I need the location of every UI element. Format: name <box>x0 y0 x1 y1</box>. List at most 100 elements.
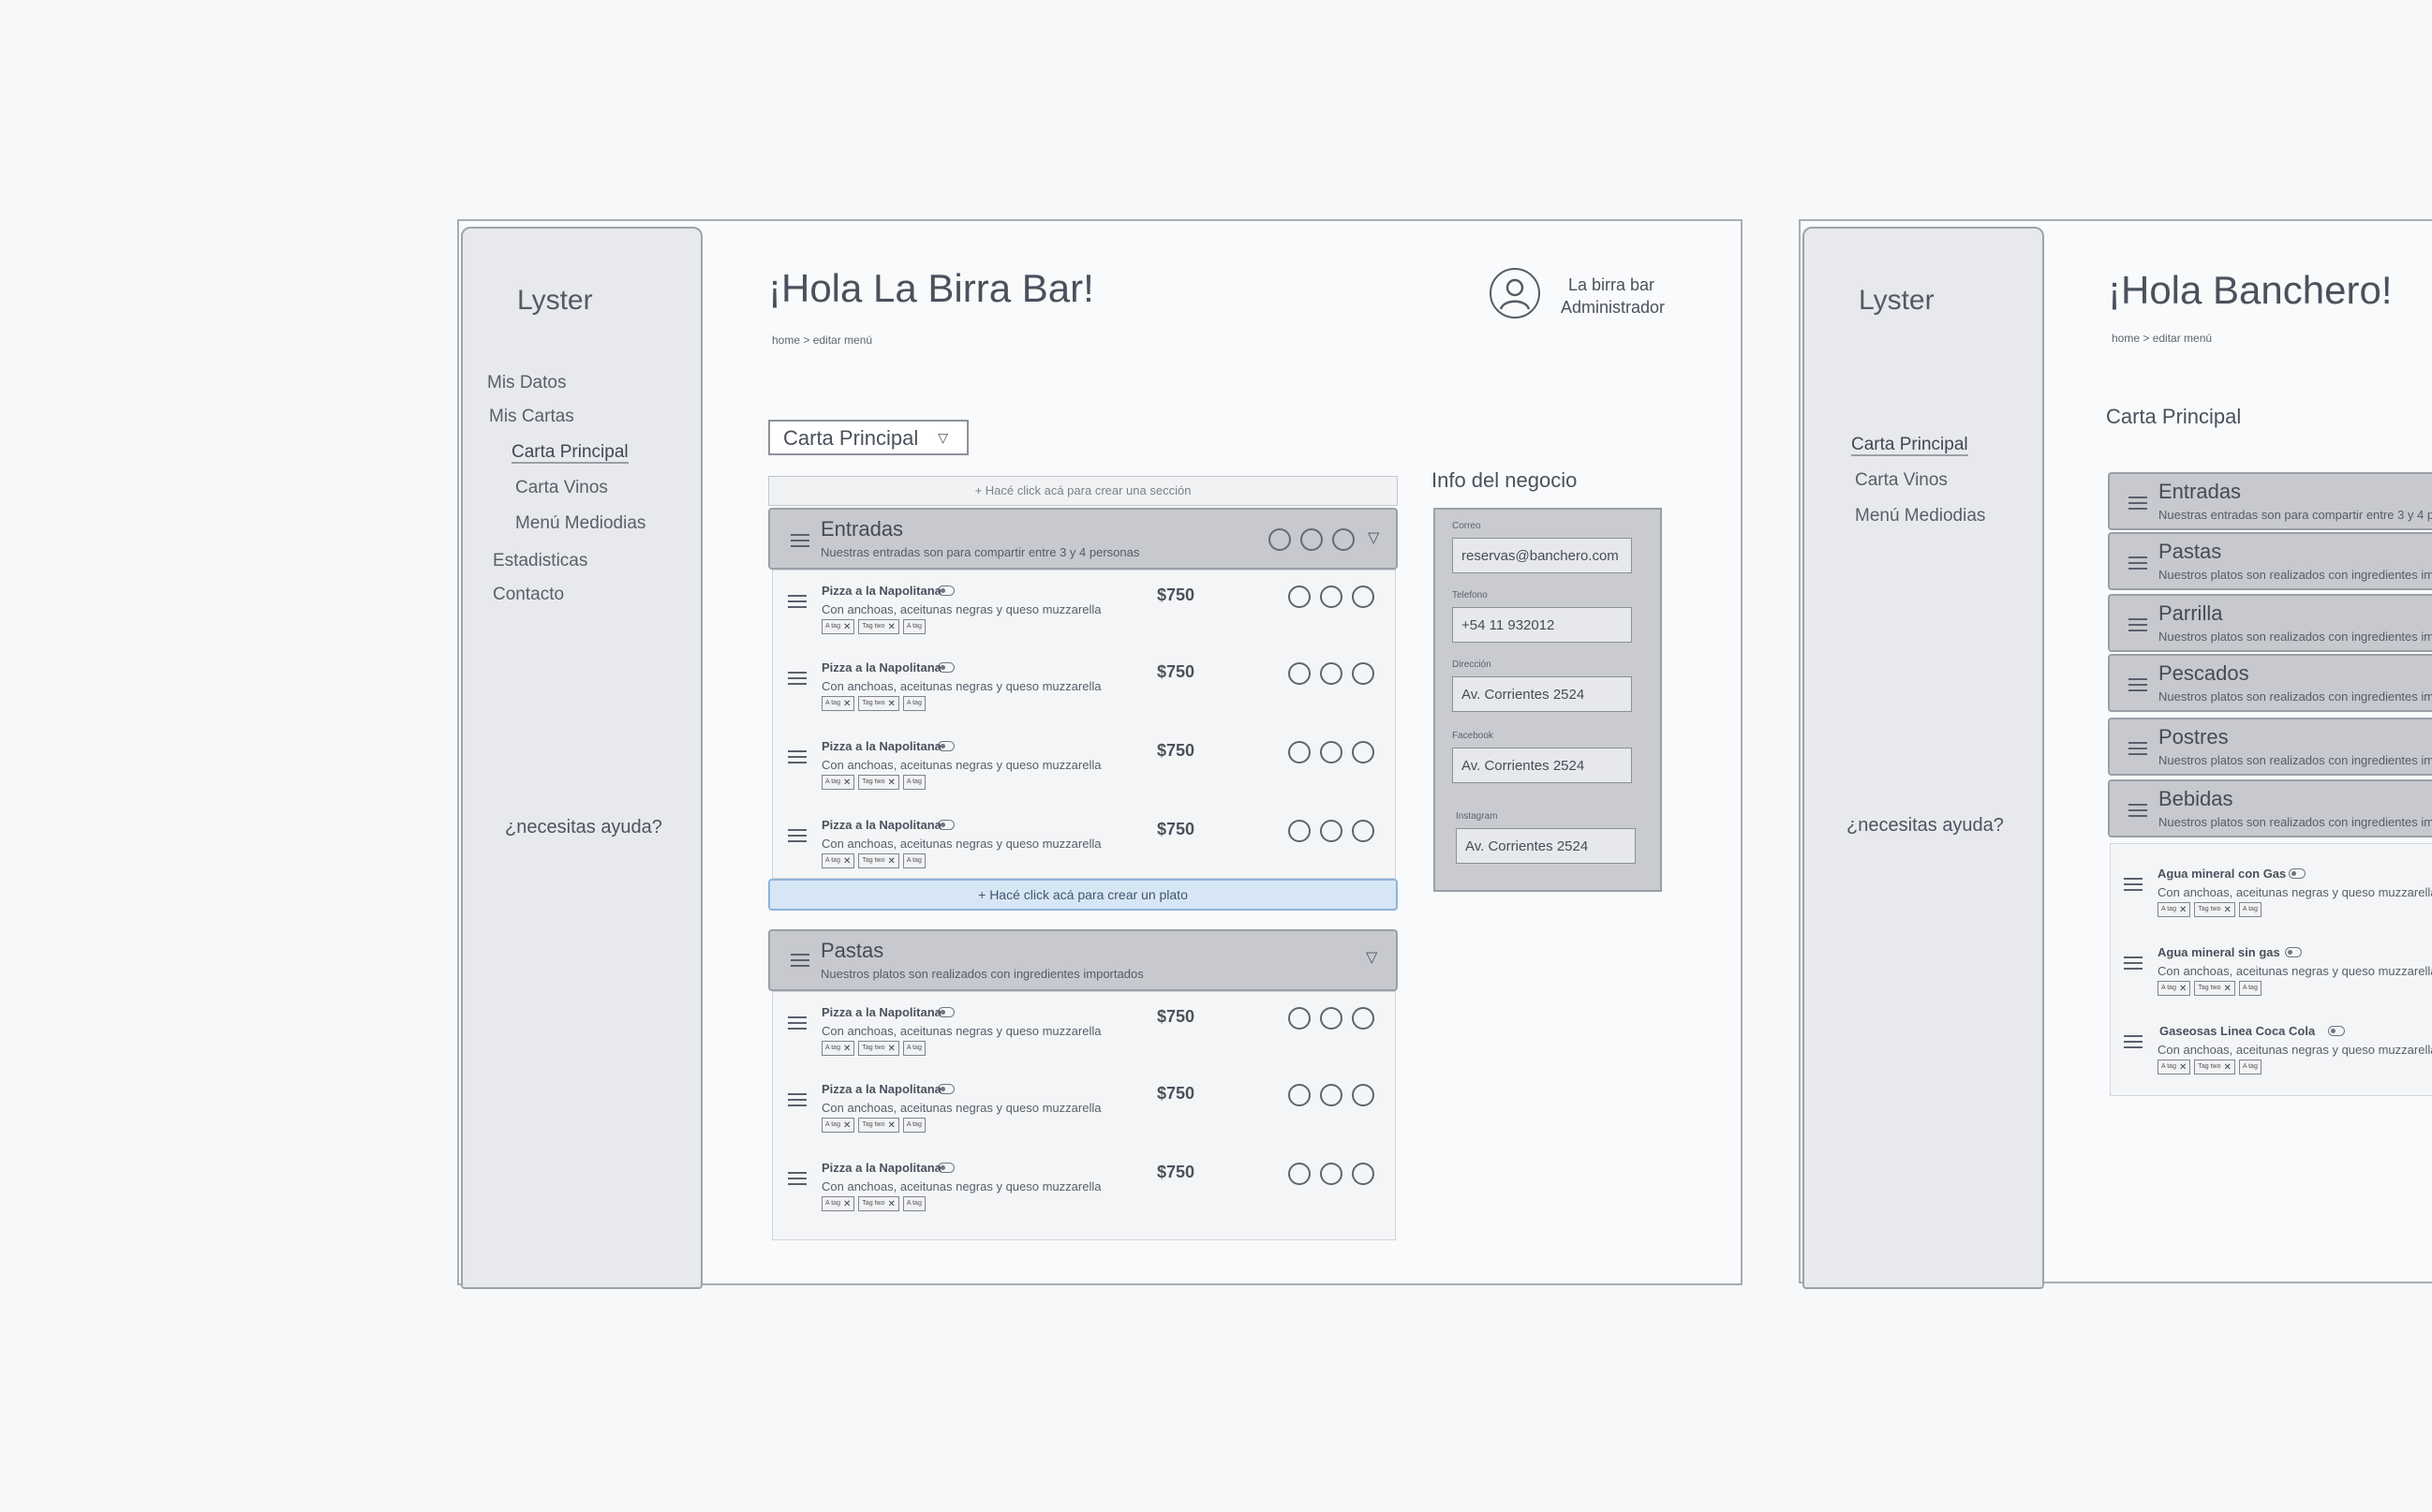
tag-chip[interactable]: A tag <box>902 1041 926 1056</box>
drag-handle-icon[interactable] <box>2124 1035 2143 1048</box>
add-plate-button[interactable]: + Hacé click acá para crear un plato <box>768 879 1398 911</box>
close-icon[interactable]: ✕ <box>2223 985 2231 995</box>
section-header-parrilla[interactable]: Parrilla Nuestros platos son realizados … <box>2108 594 2432 652</box>
sidebar-item-contacto[interactable]: Contacto <box>493 585 564 605</box>
close-icon[interactable]: ✕ <box>887 778 895 789</box>
close-icon[interactable]: ✕ <box>887 857 895 867</box>
drag-handle-icon[interactable] <box>788 750 807 763</box>
tag-chip[interactable]: A tag ✕ <box>822 853 855 868</box>
sidebar-item-mis-cartas[interactable]: Mis Cartas <box>489 407 574 427</box>
menu-select[interactable]: Carta Principal ▽ <box>768 420 969 455</box>
action-circle-icon[interactable] <box>1320 1084 1342 1106</box>
action-circle-icon[interactable] <box>1352 662 1374 685</box>
action-circle-icon[interactable] <box>1320 662 1342 685</box>
help-link[interactable]: ¿necesitas ayuda? <box>1827 813 2024 838</box>
help-link[interactable]: ¿necesitas ayuda? <box>485 815 682 839</box>
section-header-entradas[interactable]: Entradas Nuestras entradas son para comp… <box>2108 472 2432 530</box>
instagram-field[interactable]: Av. Corrientes 2524 <box>1456 828 1636 864</box>
list-item[interactable]: Pizza a la Napolitana Con anchoas, aceit… <box>773 739 1397 814</box>
close-icon[interactable]: ✕ <box>843 1045 851 1055</box>
action-circle-icon[interactable] <box>1288 1007 1311 1030</box>
tag-chip[interactable]: A tag <box>902 619 926 634</box>
chevron-down-icon[interactable]: ▽ <box>1368 528 1379 547</box>
close-icon[interactable]: ✕ <box>843 778 851 789</box>
action-circle-icon[interactable] <box>1300 528 1323 551</box>
tag-chip[interactable]: A tag <box>902 1196 926 1211</box>
sidebar-item-carta-vinos[interactable]: Carta Vinos <box>515 478 608 498</box>
visibility-toggle-icon[interactable] <box>938 741 955 751</box>
list-item[interactable]: Pizza a la Napolitana Con anchoas, aceit… <box>773 584 1397 659</box>
close-icon[interactable]: ✕ <box>887 623 895 633</box>
action-circle-icon[interactable] <box>1288 586 1311 608</box>
list-item[interactable]: Gaseosas Linea Coca Cola Con anchoas, ac… <box>2111 1024 2432 1099</box>
email-field[interactable]: reservas@banchero.com <box>1452 538 1632 573</box>
sidebar-item-menu-mediodias[interactable]: Menú Mediodias <box>515 513 645 534</box>
list-item[interactable]: Pizza a la Napolitana Con anchoas, aceit… <box>773 660 1397 735</box>
close-icon[interactable]: ✕ <box>843 857 851 867</box>
add-section-button[interactable]: + Hacé click acá para crear una sección <box>768 476 1398 506</box>
tag-chip[interactable]: A tag ✕ <box>822 619 855 634</box>
visibility-toggle-icon[interactable] <box>938 820 955 830</box>
drag-handle-icon[interactable] <box>2128 618 2147 631</box>
tag-chip[interactable]: A tag <box>902 1118 926 1133</box>
sidebar-item-carta-vinos[interactable]: Carta Vinos <box>1855 470 1948 491</box>
chevron-down-icon[interactable]: ▽ <box>1366 948 1377 967</box>
section-header-pescados[interactable]: Pescados Nuestros platos son realizados … <box>2108 654 2432 712</box>
drag-handle-icon[interactable] <box>2128 742 2147 755</box>
sidebar-item-mis-datos[interactable]: Mis Datos <box>487 373 566 393</box>
drag-handle-icon[interactable] <box>788 672 807 685</box>
user-avatar-icon[interactable] <box>1490 268 1540 319</box>
tag-chip[interactable]: Tag two ✕ <box>858 1041 899 1056</box>
sidebar-item-menu-mediodias[interactable]: Menú Mediodias <box>1855 506 1985 526</box>
list-item[interactable]: Pizza a la Napolitana Con anchoas, aceit… <box>773 1082 1397 1157</box>
tag-chip[interactable]: Tag two ✕ <box>858 696 899 711</box>
breadcrumb[interactable]: home > editar menú <box>2112 332 2212 345</box>
visibility-toggle-icon[interactable] <box>938 1084 955 1094</box>
phone-field[interactable]: +54 11 932012 <box>1452 607 1632 643</box>
tag-chip[interactable]: A tag <box>902 853 926 868</box>
action-circle-icon[interactable] <box>1268 528 1291 551</box>
visibility-toggle-icon[interactable] <box>938 662 955 673</box>
tag-chip[interactable]: A tag <box>902 775 926 790</box>
drag-handle-icon[interactable] <box>791 534 809 547</box>
close-icon[interactable]: ✕ <box>2223 1063 2231 1074</box>
drag-handle-icon[interactable] <box>2124 956 2143 970</box>
visibility-toggle-icon[interactable] <box>2328 1026 2345 1036</box>
drag-handle-icon[interactable] <box>2128 497 2147 510</box>
tag-chip[interactable]: A tag <box>2238 902 2261 917</box>
visibility-toggle-icon[interactable] <box>938 1007 955 1017</box>
tag-chip[interactable]: A tag ✕ <box>2158 981 2191 996</box>
close-icon[interactable]: ✕ <box>2179 985 2187 995</box>
tag-chip[interactable]: Tag two ✕ <box>858 1196 899 1211</box>
list-item[interactable]: Pizza a la Napolitana Con anchoas, aceit… <box>773 1005 1397 1080</box>
visibility-toggle-icon[interactable] <box>2289 868 2306 879</box>
breadcrumb[interactable]: home > editar menú <box>772 334 872 347</box>
tag-chip[interactable]: Tag two ✕ <box>858 619 899 634</box>
action-circle-icon[interactable] <box>1320 741 1342 763</box>
close-icon[interactable]: ✕ <box>887 700 895 710</box>
close-icon[interactable]: ✕ <box>887 1121 895 1132</box>
sidebar-item-carta-principal[interactable]: Carta Principal <box>1851 435 1968 456</box>
section-header-pastas[interactable]: Pastas Nuestros platos son realizados co… <box>768 929 1398 991</box>
tag-chip[interactable]: Tag two ✕ <box>858 775 899 790</box>
visibility-toggle-icon[interactable] <box>938 1163 955 1173</box>
action-circle-icon[interactable] <box>1352 1007 1374 1030</box>
tag-chip[interactable]: A tag ✕ <box>822 775 855 790</box>
drag-handle-icon[interactable] <box>2128 804 2147 817</box>
close-icon[interactable]: ✕ <box>843 700 851 710</box>
sidebar-item-estadisticas[interactable]: Estadisticas <box>493 551 587 571</box>
action-circle-icon[interactable] <box>1352 1163 1374 1185</box>
tag-chip[interactable]: A tag ✕ <box>822 1118 855 1133</box>
section-header-bebidas[interactable]: Bebidas Nuestros platos son realizados c… <box>2108 779 2432 838</box>
action-circle-icon[interactable] <box>1288 662 1311 685</box>
action-circle-icon[interactable] <box>1352 820 1374 842</box>
tag-chip[interactable]: Tag two ✕ <box>2194 902 2235 917</box>
tag-chip[interactable]: A tag <box>2238 1060 2261 1075</box>
action-circle-icon[interactable] <box>1288 1163 1311 1185</box>
drag-handle-icon[interactable] <box>788 829 807 842</box>
close-icon[interactable]: ✕ <box>887 1045 895 1055</box>
sidebar-item-carta-principal[interactable]: Carta Principal <box>512 442 629 464</box>
drag-handle-icon[interactable] <box>2128 556 2147 570</box>
action-circle-icon[interactable] <box>1320 586 1342 608</box>
action-circle-icon[interactable] <box>1288 1084 1311 1106</box>
